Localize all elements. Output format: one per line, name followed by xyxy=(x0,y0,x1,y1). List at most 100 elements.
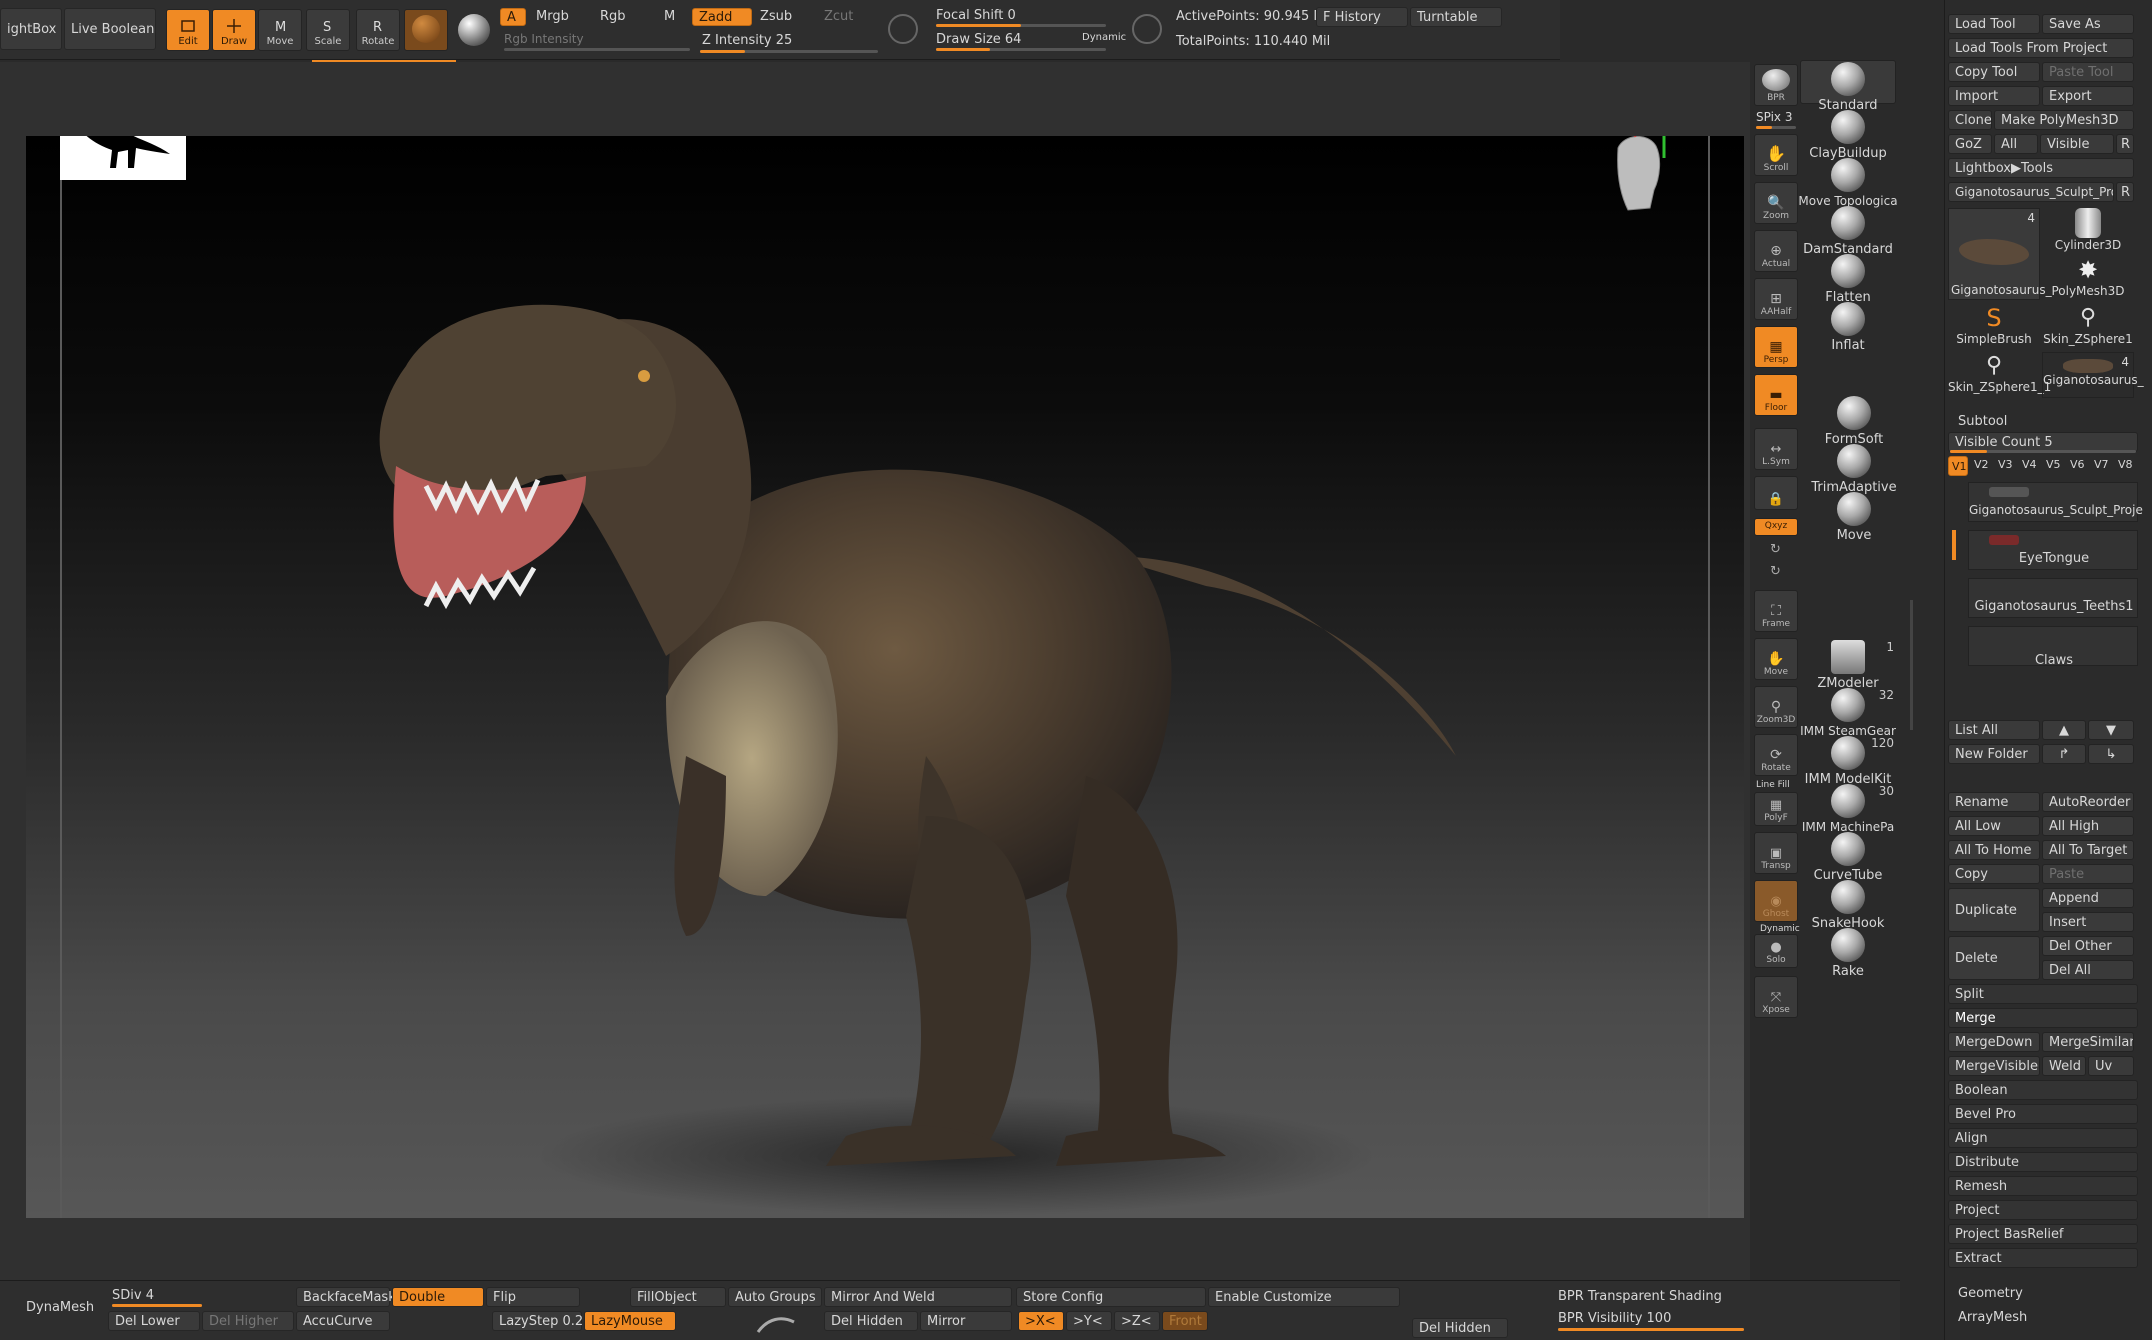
sdiv-slider[interactable] xyxy=(112,1304,202,1307)
brush-standard[interactable]: Standard xyxy=(1798,62,1898,113)
tab-v5[interactable]: V5 xyxy=(2046,458,2061,471)
del-lower-button[interactable]: Del Lower xyxy=(108,1311,200,1331)
tab-v3[interactable]: V3 xyxy=(1998,458,2013,471)
del-other-button[interactable]: Del Other xyxy=(2042,936,2134,956)
tab-v2[interactable]: V2 xyxy=(1974,458,1989,471)
make-polymesh-button[interactable]: Make PolyMesh3D xyxy=(1994,110,2134,130)
brush-zmodeler[interactable]: ZModeler 1 xyxy=(1798,640,1898,691)
tool-thumb-giganotosaurus-2[interactable]: 4 Giganotosaurus_ xyxy=(2042,352,2144,398)
enable-customize-button[interactable]: Enable Customize xyxy=(1208,1287,1400,1307)
remesh-section[interactable]: Remesh xyxy=(1948,1176,2138,1196)
brush-imm-machinepa[interactable]: IMM MachinePa 30 xyxy=(1798,784,1898,834)
new-folder-button[interactable]: New Folder xyxy=(1948,744,2040,764)
brush-damstandard[interactable]: DamStandard xyxy=(1798,206,1898,257)
merge-visible-button[interactable]: MergeVisible xyxy=(1948,1056,2040,1076)
tool-thumb-simplebrush[interactable]: S SimpleBrush xyxy=(1948,304,2040,350)
subtool-item-3[interactable]: Giganotosaurus_Teeths1 xyxy=(1968,578,2138,618)
draw-size-label[interactable]: Draw Size 64 xyxy=(936,32,1021,47)
transp-button[interactable]: ▣ Transp xyxy=(1754,832,1798,874)
bpr-transparent-shading-label[interactable]: BPR Transparent Shading xyxy=(1558,1289,1722,1304)
project-section[interactable]: Project xyxy=(1948,1200,2138,1220)
brush-inflat[interactable]: Inflat xyxy=(1798,302,1898,353)
brush-snakehook[interactable]: SnakeHook xyxy=(1798,880,1898,931)
paste-subtool-button[interactable]: Paste xyxy=(2042,864,2134,884)
dynamic-toggle[interactable]: Dynamic xyxy=(1082,32,1126,43)
tab-v1[interactable]: V1 xyxy=(1948,456,1968,476)
shelf-scrollbar[interactable] xyxy=(1910,600,1913,730)
turntable-button[interactable]: Turntable xyxy=(1410,7,1502,27)
boolean-section[interactable]: Boolean xyxy=(1948,1080,2138,1100)
visible-count-slider[interactable]: Visible Count 5 xyxy=(1948,432,2138,452)
del-all-button[interactable]: Del All xyxy=(2042,960,2134,980)
move-up-button[interactable]: ▲ xyxy=(2042,720,2086,740)
draw-button[interactable]: Draw xyxy=(212,9,256,51)
goz-all-button[interactable]: All xyxy=(1994,134,2038,154)
auto-reorder-button[interactable]: AutoReorder xyxy=(2042,792,2134,812)
bpr-button[interactable]: BPR xyxy=(1754,64,1798,106)
mirror-and-weld-button[interactable]: Mirror And Weld xyxy=(824,1287,1012,1307)
zcut-button[interactable]: Zcut xyxy=(824,9,853,24)
duplicate-button[interactable]: Duplicate xyxy=(1948,888,2040,932)
brush-flatten[interactable]: Flatten xyxy=(1798,254,1898,305)
insert-button[interactable]: Insert xyxy=(2042,912,2134,932)
load-tools-from-project-button[interactable]: Load Tools From Project xyxy=(1948,38,2134,58)
brush-formsoft[interactable]: FormSoft xyxy=(1804,396,1904,447)
rotate-view-button[interactable]: ⟳ Rotate xyxy=(1754,734,1798,776)
import-button[interactable]: Import xyxy=(1948,86,2040,106)
material-button[interactable] xyxy=(404,9,448,51)
z-symmetry-toggle[interactable]: >Z< xyxy=(1114,1311,1160,1331)
goz-visible-button[interactable]: Visible xyxy=(2040,134,2114,154)
a-toggle[interactable]: A xyxy=(500,8,526,26)
sdiv-label[interactable]: SDiv 4 xyxy=(112,1288,154,1303)
mrgb-button[interactable]: Mrgb xyxy=(536,9,569,24)
rename-button[interactable]: Rename xyxy=(1948,792,2040,812)
brush-imm-steamgear[interactable]: IMM SteamGear 32 xyxy=(1798,688,1898,738)
rgb-intensity-track[interactable] xyxy=(504,48,690,51)
merge-similar-button[interactable]: MergeSimilar xyxy=(2042,1032,2134,1052)
subtool-item-4[interactable]: Claws xyxy=(1968,626,2138,668)
rotate-axis-icon[interactable]: ↻ xyxy=(1770,542,1781,557)
all-to-home-button[interactable]: All To Home xyxy=(1948,840,2040,860)
split-section[interactable]: Split xyxy=(1948,984,2138,1004)
zsub-button[interactable]: Zsub xyxy=(760,9,792,24)
save-as-button[interactable]: Save As xyxy=(2042,14,2134,34)
flip-button[interactable]: Flip xyxy=(486,1287,580,1307)
spix-slider[interactable] xyxy=(1756,126,1796,129)
current-tool-r-button[interactable]: R xyxy=(2116,182,2134,202)
current-tool-slider[interactable]: Giganotosaurus_Sculpt_Proje xyxy=(1948,182,2114,202)
goz-r-button[interactable]: R xyxy=(2116,134,2134,154)
qxyz-button[interactable]: Qxyz xyxy=(1754,518,1798,536)
lsym-button[interactable]: ↔ L.Sym xyxy=(1754,428,1798,470)
focal-shift-label[interactable]: Focal Shift 0 xyxy=(936,8,1016,23)
lightbox-button[interactable]: ightBox xyxy=(0,8,62,50)
weld-toggle[interactable]: Weld xyxy=(2042,1056,2086,1076)
focal-shift-slider[interactable] xyxy=(936,24,1106,27)
move-view-button[interactable]: ✋ Move xyxy=(1754,638,1798,680)
z-intensity-label[interactable]: Z Intensity 25 xyxy=(702,33,792,48)
z-intensity-slider[interactable] xyxy=(700,50,878,53)
folder-arrow-button-2[interactable]: ↳ xyxy=(2088,744,2134,764)
ghost-button[interactable]: ◉ Ghost xyxy=(1754,880,1798,922)
project-basrelief-section[interactable]: Project BasRelief xyxy=(1948,1224,2138,1244)
brush-curvetube[interactable]: CurveTube xyxy=(1798,832,1898,883)
m-button[interactable]: M xyxy=(664,9,675,24)
reference-image-thumbnail[interactable] xyxy=(60,136,186,180)
tab-v4[interactable]: V4 xyxy=(2022,458,2037,471)
mirror-button[interactable]: Mirror xyxy=(920,1311,1012,1331)
solo-button[interactable]: ● Solo xyxy=(1754,934,1798,968)
move-down-button[interactable]: ▼ xyxy=(2088,720,2134,740)
fillobject-button[interactable]: FillObject xyxy=(630,1287,726,1307)
accucurve-toggle[interactable]: AccuCurve xyxy=(296,1311,390,1331)
zoom-button[interactable]: 🔍 Zoom xyxy=(1754,182,1798,224)
bpr-visibility-slider[interactable] xyxy=(1558,1328,1744,1331)
auto-groups-button[interactable]: Auto Groups xyxy=(728,1287,822,1307)
tool-thumb-giganotosaurus[interactable]: 4 Giganotosaurus_ xyxy=(1948,208,2052,300)
subtool-title[interactable]: Subtool xyxy=(1958,414,2007,429)
del-hidden-button[interactable]: Del Hidden xyxy=(824,1311,918,1331)
merge-section[interactable]: Merge xyxy=(1948,1008,2138,1028)
brush-trimadaptive[interactable]: TrimAdaptive xyxy=(1804,444,1904,495)
persp-button[interactable]: ▦ Persp xyxy=(1754,326,1798,368)
viewport[interactable] xyxy=(26,136,1744,1218)
distribute-section[interactable]: Distribute xyxy=(1948,1152,2138,1172)
lazymouse-toggle[interactable]: LazyMouse xyxy=(584,1311,676,1331)
